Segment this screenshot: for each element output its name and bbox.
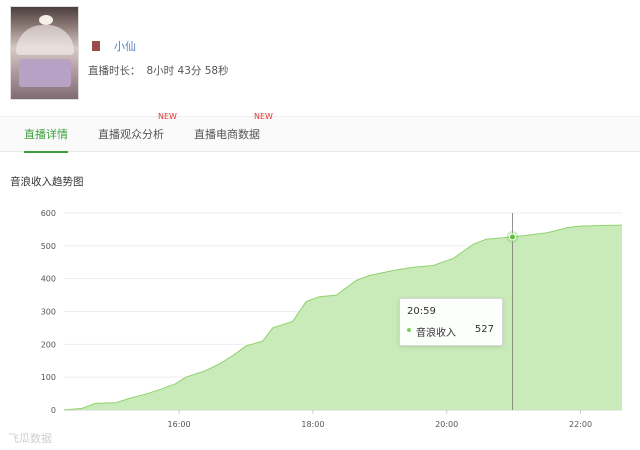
y-tick-label: 100	[41, 373, 56, 382]
tab-live-details-label: 直播详情	[24, 128, 68, 141]
series-dot-icon	[407, 328, 411, 332]
income-trend-chart[interactable]: 0 100 200 300 400 500 600 16:00 18:00 20:00 22:00	[0, 200, 640, 440]
hover-point	[506, 230, 519, 243]
new-badge: NEW	[158, 112, 177, 121]
tab-bar: 直播详情 直播观众分析 NEW 直播电商数据 NEW	[0, 112, 640, 153]
cover-curtain-shape	[16, 25, 74, 55]
tab-ecommerce-data[interactable]: 直播电商数据 NEW	[194, 112, 273, 151]
tooltip-time: 20:59	[407, 306, 436, 317]
x-tick-label: 18:00	[301, 420, 324, 429]
cover-lamp-shape	[39, 15, 53, 25]
y-axis-ticks: 0 100 200 300 400 500 600	[41, 209, 56, 415]
new-badge: NEW	[254, 112, 273, 121]
stream-cover-image[interactable]	[10, 6, 79, 100]
income-area-series	[64, 225, 622, 410]
tooltip-value: 527	[474, 324, 494, 335]
anchor-profile: 小仙 直播时长： 8小时 43分 58秒	[0, 0, 640, 114]
x-axis-ticks: 16:00 18:00 20:00 22:00	[168, 410, 592, 429]
tab-audience-analysis[interactable]: 直播观众分析 NEW	[98, 112, 177, 151]
watermark: 飞瓜数据	[8, 432, 52, 445]
chart-title: 音浪收入趋势图	[10, 176, 84, 188]
duration-label: 直播时长：	[88, 65, 141, 77]
hover-point-marker	[508, 233, 516, 241]
tooltip-series-label: 音浪收入	[416, 328, 456, 339]
y-tick-label: 0	[51, 406, 56, 415]
avatar-icon	[92, 41, 100, 51]
stream-duration: 直播时长： 8小时 43分 58秒	[88, 63, 229, 78]
y-tick-label: 400	[41, 275, 56, 284]
x-tick-label: 16:00	[168, 420, 191, 429]
x-tick-label: 22:00	[569, 420, 592, 429]
cover-bed-shape	[19, 59, 71, 87]
chart-tooltip: 20:59 音浪收入 527	[399, 298, 503, 346]
tab-audience-analysis-label: 直播观众分析	[98, 128, 164, 141]
y-tick-label: 500	[41, 242, 56, 251]
tab-live-details[interactable]: 直播详情	[24, 117, 68, 153]
duration-value: 8小时 43分 58秒	[146, 65, 229, 77]
y-tick-label: 200	[41, 340, 56, 349]
anchor-name-row: 小仙	[92, 38, 136, 54]
y-tick-label: 300	[41, 308, 56, 317]
anchor-name[interactable]: 小仙	[114, 38, 136, 54]
tab-ecommerce-data-label: 直播电商数据	[194, 128, 260, 141]
x-tick-label: 20:00	[435, 420, 458, 429]
y-tick-label: 600	[41, 209, 56, 218]
